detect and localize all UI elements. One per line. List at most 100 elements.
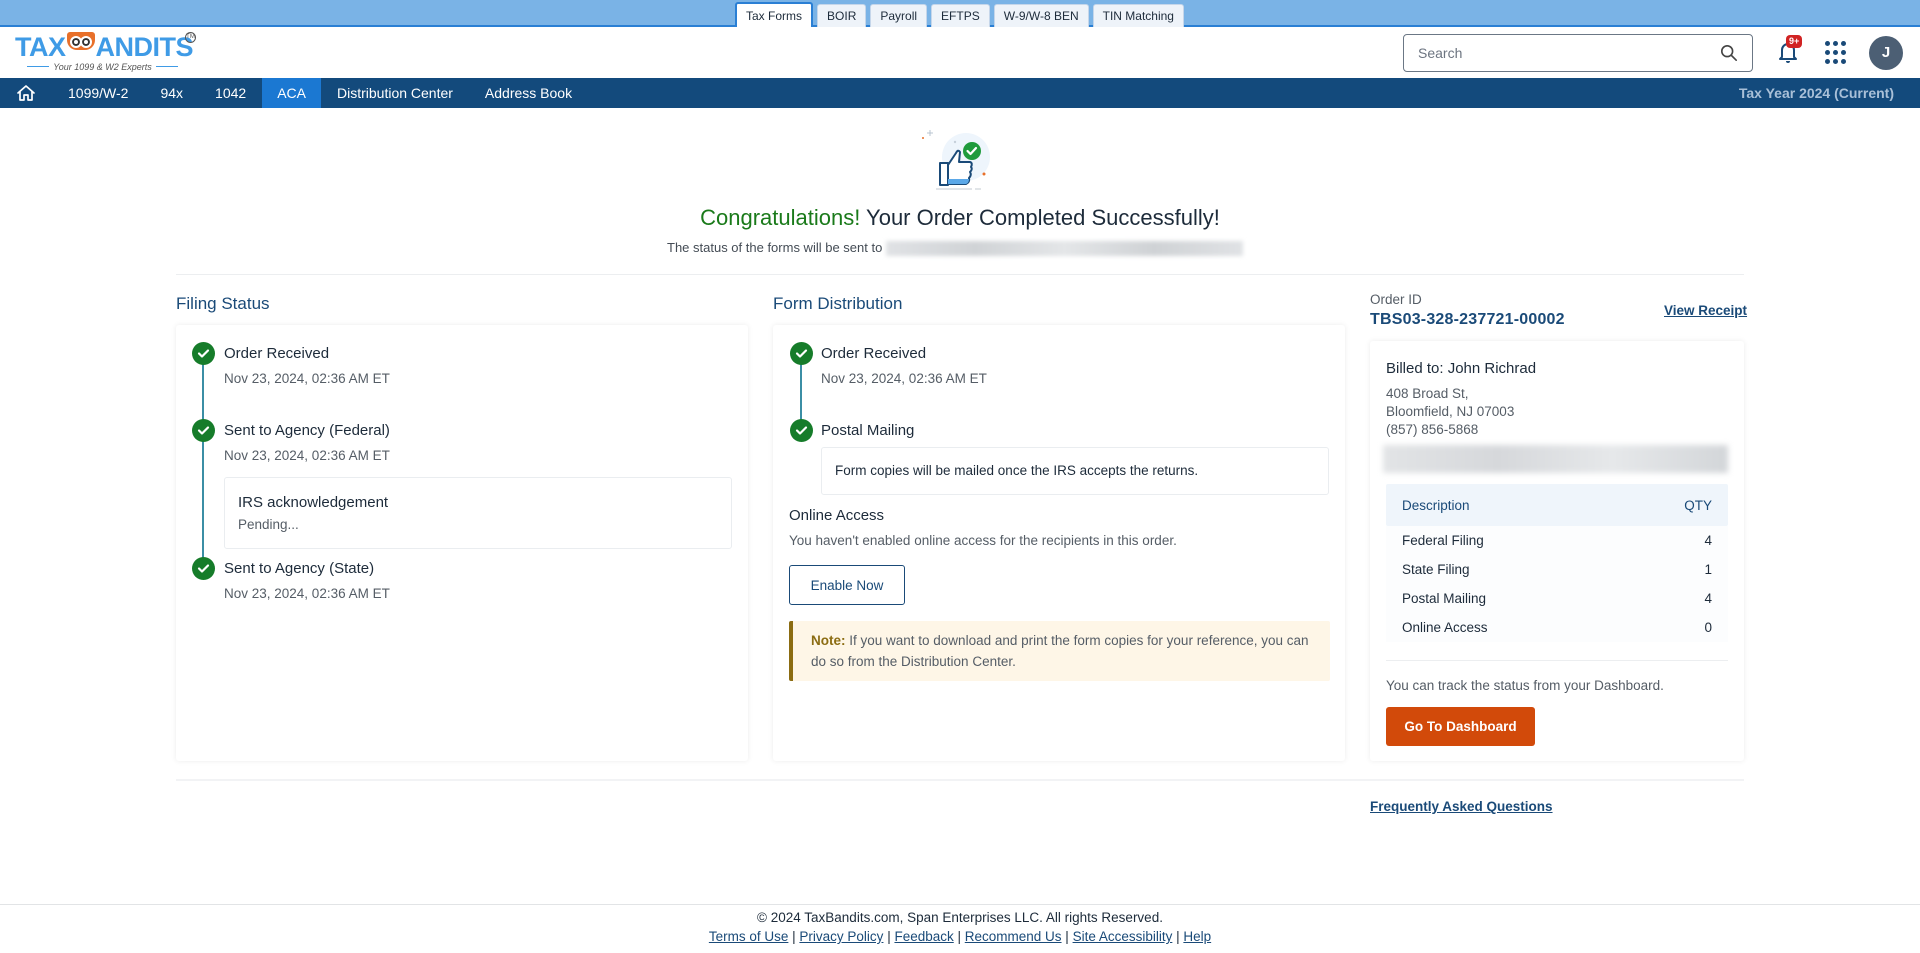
- check-circle-icon: [192, 342, 215, 365]
- postal-mailing-card: Form copies will be mailed once the IRS …: [821, 447, 1329, 495]
- header-description: Description: [1402, 497, 1470, 513]
- irs-acknowledgement-card: IRS acknowledgement Pending...: [224, 477, 732, 549]
- row-qty: 1: [1704, 562, 1712, 577]
- nav-94x[interactable]: 94x: [144, 78, 199, 108]
- footer-link-accessibility[interactable]: Site Accessibility: [1073, 929, 1173, 944]
- taxbandits-logo[interactable]: TAX ANDITS TM Your 1099 & W2 Experts: [15, 32, 200, 74]
- table-row: Online Access 0: [1386, 613, 1728, 642]
- tax-year-selector[interactable]: Tax Year 2024 (Current): [1739, 78, 1894, 108]
- logo-tagline: Your 1099 & W2 Experts: [15, 62, 190, 72]
- divider: [176, 274, 1744, 275]
- enable-now-button[interactable]: Enable Now: [789, 565, 905, 605]
- table-row: Postal Mailing 4: [1386, 584, 1728, 613]
- check-circle-icon: [790, 342, 813, 365]
- faq-link[interactable]: Frequently Asked Questions: [1370, 799, 1553, 814]
- order-id-label: Order ID: [1370, 292, 1422, 307]
- nav-1099-w2[interactable]: 1099/W-2: [52, 78, 144, 108]
- timeline-line: [202, 349, 204, 573]
- note-text: If you want to download and print the fo…: [811, 633, 1309, 669]
- check-circle-icon: [192, 419, 215, 442]
- postal-mailing-note: Form copies will be mailed once the IRS …: [835, 463, 1199, 478]
- search-icon[interactable]: [1720, 44, 1738, 62]
- distribution-note: Note: If you want to download and print …: [789, 621, 1330, 681]
- step-date: Nov 23, 2024, 02:36 AM ET: [224, 371, 390, 386]
- billing-address-line2: Bloomfield, NJ 07003: [1386, 404, 1515, 419]
- row-qty: 4: [1704, 591, 1712, 606]
- check-circle-icon: [192, 557, 215, 580]
- step-title: Order Received: [224, 345, 330, 362]
- product-tab-tin-matching[interactable]: TIN Matching: [1092, 4, 1184, 27]
- apps-grid-icon[interactable]: [1825, 41, 1849, 65]
- filing-status-title: Filing Status: [176, 294, 270, 313]
- billing-phone: (857) 856-5868: [1386, 422, 1479, 437]
- footer-link-recommend[interactable]: Recommend Us: [965, 929, 1062, 944]
- row-qty: 4: [1704, 533, 1712, 548]
- redacted-email: [886, 241, 1244, 257]
- billing-address-line1: 408 Broad St,: [1386, 386, 1469, 401]
- product-tab-w9-w8ben[interactable]: W-9/W-8 BEN: [993, 4, 1089, 27]
- nav-aca[interactable]: ACA: [262, 78, 321, 108]
- step-title: Order Received: [821, 345, 927, 362]
- step-title: Sent to Agency (Federal): [224, 422, 390, 439]
- footer-copyright: © 2024 TaxBandits.com, Span Enterprises …: [757, 910, 1163, 925]
- footer-link-privacy[interactable]: Privacy Policy: [799, 929, 883, 944]
- product-tab-boir[interactable]: BOIR: [817, 4, 867, 27]
- nav-home[interactable]: [0, 78, 52, 108]
- nav-1042[interactable]: 1042: [199, 78, 262, 108]
- step-date: Nov 23, 2024, 02:36 AM ET: [224, 448, 390, 463]
- order-items-table: Description QTY Federal Filing 4 State Fi…: [1386, 484, 1728, 642]
- home-icon: [17, 85, 35, 101]
- footer-links: Terms of Use | Privacy Policy | Feedback…: [708, 929, 1212, 944]
- nav-distribution-center[interactable]: Distribution Center: [321, 78, 469, 108]
- logo-text-right: ANDITS: [95, 32, 194, 62]
- online-access-text: You haven't enabled online access for th…: [789, 533, 1177, 548]
- footer-link-feedback[interactable]: Feedback: [894, 929, 953, 944]
- congratulations-text: Congratulations!: [700, 205, 861, 230]
- table-row: Federal Filing 4: [1386, 526, 1728, 555]
- logo-text-left: TAX: [15, 32, 66, 62]
- divider: [1386, 660, 1728, 661]
- user-avatar[interactable]: J: [1869, 36, 1903, 70]
- main-nav: 1099/W-2 94x 1042 ACA Distribution Cente…: [0, 78, 1920, 108]
- step-title: Postal Mailing: [821, 422, 915, 439]
- order-completed-text: Your Order Completed Successfully!: [860, 205, 1220, 230]
- billed-to: Billed to: John Richrad: [1386, 360, 1537, 377]
- view-receipt-link[interactable]: View Receipt: [1664, 303, 1747, 318]
- product-tabs: Tax Forms BOIR Payroll EFTPS W-9/W-8 BEN…: [735, 2, 1184, 27]
- trademark-icon: TM: [185, 32, 196, 43]
- order-id: TBS03-328-237721-00002: [1370, 311, 1565, 328]
- row-qty: 0: [1704, 620, 1712, 635]
- status-recipient-label: The status of the forms will be sent to: [667, 240, 883, 255]
- product-strip: Tax Forms BOIR Payroll EFTPS W-9/W-8 BEN…: [0, 0, 1920, 27]
- search-input[interactable]: [1418, 45, 1720, 61]
- owl-mask-icon: [66, 32, 95, 50]
- nav-address-book[interactable]: Address Book: [469, 78, 588, 108]
- search-box[interactable]: [1403, 34, 1753, 72]
- go-to-dashboard-button[interactable]: Go To Dashboard: [1386, 707, 1535, 746]
- form-distribution-panel: Order Received Nov 23, 2024, 02:36 AM ET…: [773, 325, 1345, 761]
- check-circle-icon: [790, 419, 813, 442]
- note-label: Note:: [811, 633, 846, 648]
- footer-link-terms[interactable]: Terms of Use: [709, 929, 789, 944]
- table-row: State Filing 1: [1386, 555, 1728, 584]
- irs-ack-status: Pending...: [238, 517, 299, 532]
- notification-badge: 9+: [1786, 35, 1803, 48]
- row-description: Online Access: [1402, 620, 1488, 635]
- product-tab-eftps[interactable]: EFTPS: [931, 4, 990, 27]
- header-qty: QTY: [1684, 497, 1712, 513]
- footer-link-help[interactable]: Help: [1183, 929, 1211, 944]
- form-distribution-title: Form Distribution: [773, 294, 903, 313]
- row-description: Federal Filing: [1402, 533, 1484, 548]
- divider: [176, 779, 1744, 781]
- logo-wordmark: TAX ANDITS: [15, 32, 193, 62]
- header: TAX ANDITS TM Your 1099 & W2 Experts 9+ J: [0, 27, 1920, 78]
- row-description: State Filing: [1402, 562, 1470, 577]
- product-tab-payroll[interactable]: Payroll: [870, 4, 928, 27]
- footer-divider: [0, 904, 1920, 905]
- product-tab-tax-forms[interactable]: Tax Forms: [735, 2, 814, 27]
- step-date: Nov 23, 2024, 02:36 AM ET: [821, 371, 987, 386]
- redacted-billing-email: [1383, 445, 1728, 473]
- thumbs-up-success-icon: [922, 130, 990, 190]
- row-description: Postal Mailing: [1402, 591, 1487, 606]
- track-status-text: You can track the status from your Dashb…: [1386, 678, 1664, 693]
